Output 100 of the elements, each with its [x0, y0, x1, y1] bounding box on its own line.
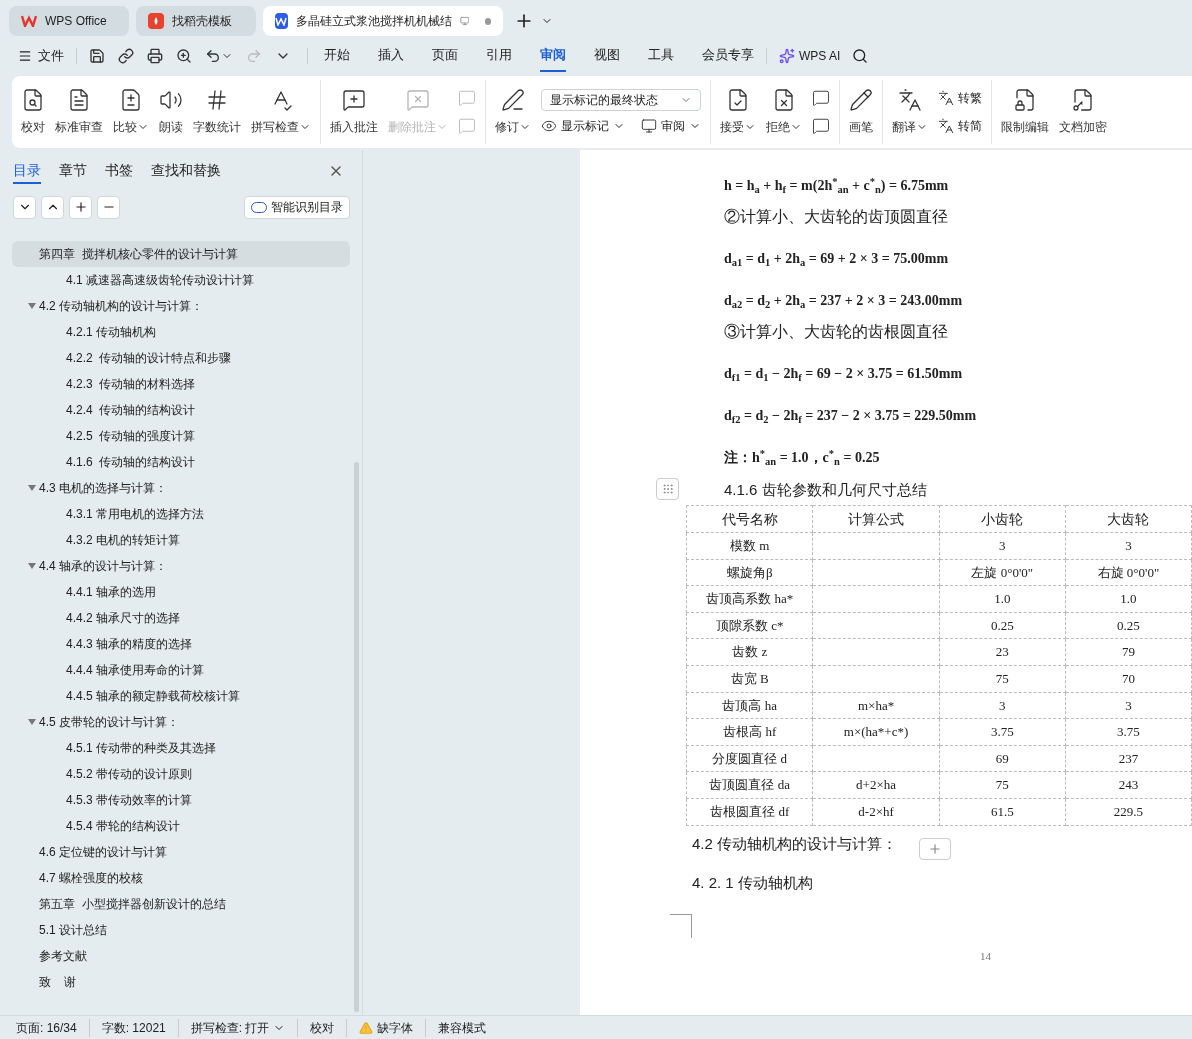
ribbon-button[interactable]: 比较: [109, 80, 153, 144]
ribbon-button[interactable]: 拒绝: [762, 80, 806, 144]
move-up-button[interactable]: [41, 195, 64, 219]
toc-item[interactable]: 4.5.2 带传动的设计原则: [12, 761, 350, 787]
toc-item[interactable]: 4.4 轴承的设计与计算：: [12, 553, 350, 579]
browser-tab[interactable]: 找稻壳模板: [136, 6, 256, 36]
ribbon-button[interactable]: 文档加密: [1055, 80, 1111, 144]
remove-button[interactable]: [97, 195, 120, 219]
file-key-icon: [1071, 88, 1095, 112]
expand-triangle-icon[interactable]: [28, 563, 36, 569]
toc-item[interactable]: 4.5.4 带轮的结构设计: [12, 813, 350, 839]
template-logo-icon: [148, 13, 164, 29]
page-number: 14: [980, 949, 991, 964]
toc-item[interactable]: 4.2.3 传动轴的材料选择: [12, 371, 350, 397]
ribbon-tab[interactable]: 会员专享: [702, 40, 754, 72]
ribbon-tab[interactable]: 页面: [432, 40, 458, 72]
toc-item[interactable]: 参考文献: [12, 943, 350, 969]
ribbon-button[interactable]: 画笔: [845, 80, 877, 144]
sparkle-icon: [779, 48, 795, 64]
next-comment-icon[interactable]: [812, 117, 830, 135]
toc-item[interactable]: 4.2.1 传动轴机构: [12, 319, 350, 345]
ribbon-button[interactable]: 翻译: [888, 80, 932, 144]
toc-item[interactable]: 4.2 传动轴机构的设计与计算：: [12, 293, 350, 319]
save-icon[interactable]: [89, 48, 105, 64]
markup-dropdown[interactable]: 显示标记的最终状态: [541, 89, 701, 111]
browser-tab[interactable]: WPS Office: [9, 6, 129, 36]
ribbon-tab[interactable]: 视图: [594, 40, 620, 72]
ribbon-button[interactable]: 标准审查: [51, 80, 107, 144]
monitor-icon[interactable]: [459, 15, 470, 27]
table-cell: 61.5: [939, 798, 1066, 826]
link-icon[interactable]: [118, 48, 134, 64]
table-cell: 70: [1065, 665, 1192, 693]
ribbon-button[interactable]: 拼写检查: [247, 80, 315, 144]
toc-item[interactable]: 4.1.6 传动轴的结构设计: [12, 449, 350, 475]
toc-item[interactable]: 4.4.3 轴承的精度的选择: [12, 631, 350, 657]
table-cell: 3: [1065, 532, 1192, 560]
print-icon[interactable]: [147, 48, 163, 64]
toc-item[interactable]: 4.5.1 传动带的种类及其选择: [12, 735, 350, 761]
toc-item[interactable]: 4.6 定位键的设计与计算: [12, 839, 350, 865]
toc-item[interactable]: 4.2.2 传动轴的设计特点和步骤: [12, 345, 350, 371]
ribbon-small-button[interactable]: 转繁: [938, 89, 982, 107]
ribbon-button[interactable]: 朗读: [155, 80, 187, 144]
toc-item[interactable]: 4.3 电机的选择与计算：: [12, 475, 350, 501]
table-header: 计算公式: [813, 505, 940, 533]
ribbon-tab[interactable]: 工具: [648, 40, 674, 72]
previous-comment-icon[interactable]: [812, 89, 830, 107]
ribbon-button[interactable]: 接受: [716, 80, 760, 144]
toc-item[interactable]: 第五章 小型搅拌器创新设计的总结: [12, 891, 350, 917]
ribbon-tab[interactable]: 引用: [486, 40, 512, 72]
pane-tab[interactable]: 目录: [13, 158, 41, 184]
ribbon-button[interactable]: 修订: [491, 80, 535, 144]
toc-item[interactable]: 致 谢: [12, 969, 350, 995]
ribbon-tab[interactable]: 开始: [324, 40, 350, 72]
scrollbar-thumb[interactable]: [354, 462, 359, 1012]
delete-comment-icon: [406, 88, 430, 112]
undo-icon[interactable]: [205, 48, 221, 64]
expand-triangle-icon[interactable]: [28, 303, 36, 309]
toc-item[interactable]: 4.2.5 传动轴的强度计算: [12, 423, 350, 449]
status-item[interactable]: 拼写检查: 打开: [190, 1018, 286, 1037]
ai-button[interactable]: WPS AI: [779, 47, 841, 65]
toc-item[interactable]: 4.4.4 轴承使用寿命的计算: [12, 657, 350, 683]
toc-item[interactable]: 4.3.1 常用电机的选择方法: [12, 501, 350, 527]
ribbon-button[interactable]: 字数统计: [189, 80, 245, 144]
browser-tab[interactable]: 多晶硅立式浆池搅拌机机械结: [263, 6, 503, 36]
search-icon[interactable]: [852, 48, 869, 64]
menu-icon: [18, 49, 32, 63]
toc-item[interactable]: 4.5 皮带轮的设计与计算：: [12, 709, 350, 735]
toc-item[interactable]: 4.2.4 传动轴的结构设计: [12, 397, 350, 423]
file-menu-button[interactable]: 文件: [18, 46, 64, 66]
toc-item[interactable]: 4.1 减速器高速级齿轮传动设计计算: [12, 267, 350, 293]
move-down-button[interactable]: [13, 195, 36, 219]
add-button[interactable]: [69, 195, 92, 219]
pane-tab[interactable]: 查找和替换: [151, 158, 221, 184]
ribbon-tab[interactable]: 插入: [378, 40, 404, 72]
pane-tab[interactable]: 章节: [59, 158, 87, 184]
toc-item[interactable]: 4.4.5 轴承的额定静载荷校核计算: [12, 683, 350, 709]
toc-item[interactable]: 5.1 设计总结: [12, 917, 350, 943]
drag-handle-icon[interactable]: [656, 478, 679, 500]
ribbon-button[interactable]: 限制编辑: [997, 80, 1053, 144]
ribbon-button[interactable]: 插入批注: [326, 80, 382, 144]
pane-tab[interactable]: 书签: [105, 158, 133, 184]
add-comment-icon: [342, 88, 366, 112]
ribbon-tab[interactable]: 审阅: [540, 40, 566, 72]
toc-item[interactable]: 4.3.2 电机的转矩计算: [12, 527, 350, 553]
ribbon-small-button[interactable]: 转简: [938, 117, 982, 135]
toc-item[interactable]: 4.4.1 轴承的选用: [12, 579, 350, 605]
print-preview-icon[interactable]: [176, 48, 192, 64]
ribbon-small-button[interactable]: 显示标记: [541, 117, 625, 135]
status-item[interactable]: 缺字体: [377, 1018, 414, 1037]
toc-item[interactable]: 4.4.2 轴承尺寸的选择: [12, 605, 350, 631]
toc-item[interactable]: 第四章 搅拌机核心零件的设计与计算: [12, 241, 350, 267]
smart-toc-button[interactable]: 智能识别目录: [244, 195, 350, 219]
toc-item[interactable]: 4.7 螺栓强度的校核: [12, 865, 350, 891]
ribbon-button[interactable]: 校对: [17, 80, 49, 144]
expand-triangle-icon[interactable]: [28, 485, 36, 491]
table-cell: 左旋 0°0'0": [939, 559, 1066, 586]
expand-triangle-icon[interactable]: [28, 719, 36, 725]
toc-item[interactable]: 4.5.3 带传动效率的计算: [12, 787, 350, 813]
ribbon-small-button[interactable]: 审阅: [641, 117, 701, 135]
table-cell: 齿顶高 ha: [686, 692, 813, 719]
